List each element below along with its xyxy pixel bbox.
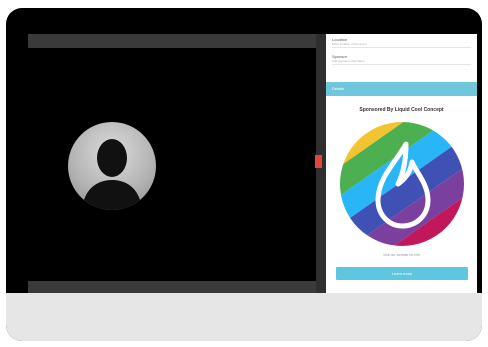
participant-avatar [68,122,156,210]
video-feed[interactable] [28,34,316,293]
field-divider [332,47,471,48]
learn-more-button[interactable]: Learn more [336,267,468,280]
sponsor-value: Add sponsor information [332,59,365,63]
video-top-bar [28,34,316,48]
device-bezel-bottom [6,293,482,341]
panel-toggle-handle[interactable] [315,155,322,168]
location-value: Enter location of the event [332,42,367,46]
details-tab[interactable]: Details [326,82,477,96]
drop-logo-icon [340,122,464,246]
video-call-screen: Location Enter location of the event Spo… [28,34,477,293]
sponsor-caption: Visit our website for info [382,253,421,257]
side-panel: Location Enter location of the event Spo… [326,34,477,293]
sponsor-title: Sponsored By Liquid Cool Concept [359,107,444,113]
sponsor-field[interactable]: Sponsor Add sponsor information [332,54,471,65]
person-silhouette-icon [82,139,142,210]
tablet-device: Location Enter location of the event Spo… [6,8,482,341]
location-field[interactable]: Location Enter location of the event [332,37,471,48]
video-bottom-bar [28,281,316,293]
details-tab-label: Details [332,86,345,91]
field-divider [332,64,471,65]
